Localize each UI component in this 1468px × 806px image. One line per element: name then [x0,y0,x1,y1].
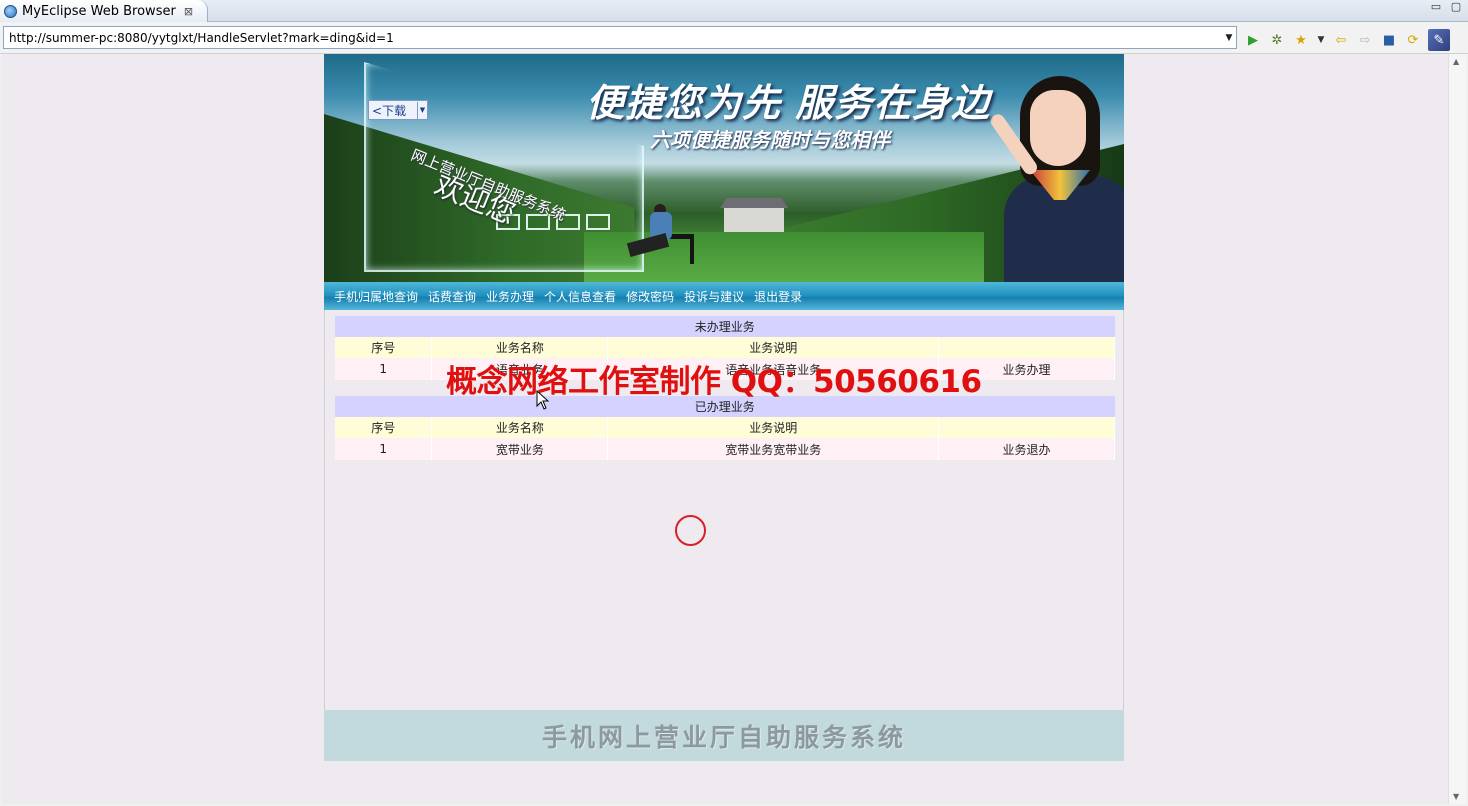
stop-icon[interactable]: ■ [1380,31,1398,49]
table-row: 1 宽带业务 宽带业务宽带业务 业务退办 [335,438,1115,460]
banner-slogan: 便捷您为先 服务在身边 [586,80,991,125]
perspective-icon[interactable]: ✎ [1428,29,1450,51]
click-indicator-icon [675,515,706,546]
table-caption: 未办理业务 [335,316,1115,337]
menu-item-business[interactable]: 业务办理 [486,288,534,305]
url-field[interactable]: http://summer-pc:8080/yytglxt/HandleServ… [9,31,1222,45]
column-header: 业务名称 [431,417,609,438]
banner-subslogan: 六项便捷服务随时与您相伴 [650,128,890,152]
download-button[interactable]: <下载 ▼ [368,100,428,120]
debug-icon[interactable]: ✲ [1268,31,1286,49]
menu-item-bill-query[interactable]: 话费查询 [428,288,476,305]
cancel-business-link[interactable]: 业务退办 [938,438,1115,460]
browser-tab-bar: MyEclipse Web Browser ⊠ ▭ ▢ [0,0,1468,22]
menu-item-logout[interactable]: 退出登录 [754,288,802,305]
man-on-bench [614,204,694,274]
scroll-down-icon[interactable]: ▼ [1453,792,1459,801]
url-dropdown-icon[interactable]: ▼ [1222,33,1236,43]
address-bar[interactable]: http://summer-pc:8080/yytglxt/HandleServ… [3,26,1237,49]
site-banner: 便捷您为先 服务在身边 六项便捷服务随时与您相伴 网上营业厅自助服务系统 欢迎您… [324,54,1124,282]
column-header [938,417,1115,438]
favorites-icon[interactable]: ★ [1292,31,1310,49]
window-buttons: ▭ ▢ [1430,1,1462,14]
forward-arrow-icon[interactable]: ⇨ [1356,31,1374,49]
mouse-cursor-icon [536,390,550,410]
completed-business-table: 已办理业务 序号 业务名称 业务说明 1 宽带业务 宽带业务宽带业务 业务退办 [335,396,1115,460]
row-index: 1 [335,438,433,460]
globe-icon [4,4,17,18]
menu-item-feedback[interactable]: 投诉与建议 [684,288,744,305]
column-header: 序号 [335,337,433,358]
download-label: <下载 [369,101,418,119]
browser-tab[interactable]: MyEclipse Web Browser ⊠ [0,0,208,22]
minimize-icon[interactable]: ▭ [1430,1,1442,14]
column-header [938,337,1115,358]
back-arrow-icon[interactable]: ⇦ [1332,31,1350,49]
business-name: 宽带业务 [431,438,609,460]
download-dropdown-icon[interactable]: ▼ [418,106,427,114]
column-header: 业务名称 [431,337,609,358]
row-index: 1 [335,358,433,380]
footer-title: 手机网上营业厅自助服务系统 [541,722,906,752]
refresh-icon[interactable]: ⟳ [1404,31,1422,49]
menu-item-change-password[interactable]: 修改密码 [626,288,674,305]
watermark-text: 概念网络工作室制作 QQ：50560616 [446,364,982,400]
maximize-icon[interactable]: ▢ [1450,1,1462,14]
chateau [724,206,784,232]
site-footer: 手机网上营业厅自助服务系统 [324,710,1124,761]
scroll-up-icon[interactable]: ▲ [1453,57,1459,66]
business-description: 宽带业务宽带业务 [607,438,940,460]
menu-item-location-query[interactable]: 手机归属地查询 [334,288,418,305]
browser-nav-buttons: ▶ ✲ ★ ▼ ⇦ ⇨ ■ ⟳ ✎ [1244,29,1450,51]
column-header: 业务说明 [607,417,940,438]
address-toolbar: http://summer-pc:8080/yytglxt/HandleServ… [0,22,1468,54]
menu-item-profile[interactable]: 个人信息查看 [544,288,616,305]
tab-close-icon[interactable]: ⊠ [184,5,193,18]
column-header: 序号 [335,417,433,438]
column-header: 业务说明 [607,337,940,358]
vertical-scrollbar[interactable]: ▲ ▼ [1448,54,1466,804]
run-icon[interactable]: ▶ [1244,31,1262,49]
main-menu: 手机归属地查询 话费查询 业务办理 个人信息查看 修改密码 投诉与建议 退出登录 [324,282,1124,310]
tab-title: MyEclipse Web Browser [22,3,176,19]
favorites-dropdown-icon[interactable]: ▼ [1316,31,1326,49]
